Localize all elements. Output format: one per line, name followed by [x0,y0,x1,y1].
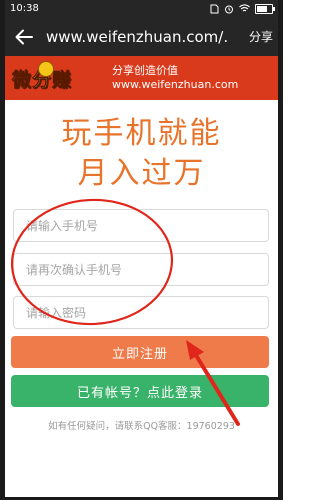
banner-slogan: 分享创造价值 [112,64,178,77]
confirm-phone-field[interactable] [13,253,269,286]
status-time: 10:38 [10,3,39,14]
password-input[interactable] [24,296,268,329]
coin-icon [38,61,54,77]
share-button[interactable]: 分享 [249,28,273,45]
page-url-title: www.weifenzhuan.com/. [46,27,229,46]
phone-field[interactable] [13,209,269,242]
banner-text: 分享创造价值 www.weifenzhuan.com [112,64,238,92]
site-logo[interactable]: 微分赚 [12,61,100,93]
confirm-phone-input[interactable] [24,253,268,286]
headline-text: 玩手机就能月入过万 [61,116,222,191]
battery-icon [255,3,275,14]
banner-url: www.weifenzhuan.com [112,78,239,91]
sim-icon [210,4,219,14]
password-field[interactable] [13,296,269,329]
device-frame-right [278,0,283,500]
device-frame-left [0,0,5,500]
site-banner: 微分赚 分享创造价值 www.weifenzhuan.com [0,56,283,100]
wifi-icon [239,4,250,13]
login-button[interactable]: 已有帐号？点此登录 [11,375,269,407]
back-arrow-icon[interactable] [12,25,36,49]
register-button[interactable]: 立即注册 [11,336,269,368]
phone-input[interactable] [24,209,268,242]
app-bar: www.weifenzhuan.com/. 分享 [0,17,283,56]
status-bar: 10:38 [0,0,283,17]
status-icons [210,3,275,14]
page-headline: 玩手机就能月入过万 [0,114,283,194]
support-note: 如有任何疑问，请联系QQ客服：19760293 [48,421,235,432]
alarm-icon [224,4,234,14]
